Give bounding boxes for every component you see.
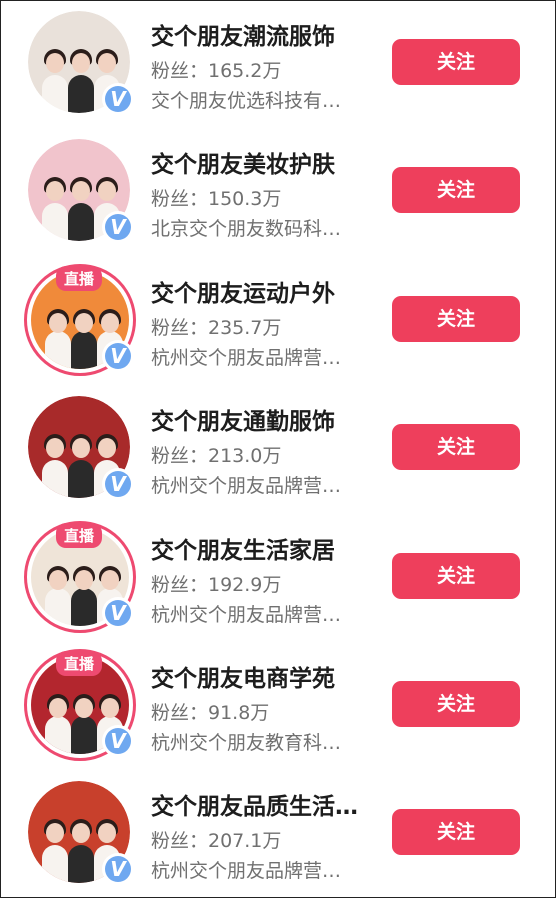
verified-icon: V xyxy=(102,725,134,757)
verified-icon: V xyxy=(102,597,134,629)
avatar-figure-head xyxy=(75,313,93,333)
avatar-figure xyxy=(68,203,94,241)
avatar[interactable]: V xyxy=(28,11,134,115)
account-name[interactable]: 交个朋友通勤服饰 xyxy=(151,402,371,436)
avatar-figure xyxy=(42,845,68,883)
avatar-figure-head xyxy=(75,570,93,590)
fan-count: 粉丝：150.3万 xyxy=(151,188,282,210)
account-name[interactable]: 交个朋友美妆护肤 xyxy=(151,145,371,179)
verified-icon: V xyxy=(102,468,134,500)
avatar-figure-head xyxy=(75,698,93,718)
avatar-figure xyxy=(68,460,94,498)
verified-icon-glyph: V xyxy=(105,343,131,369)
list-item[interactable]: 直播 V 交个朋友运动户外粉丝：235.7万杭州交个朋友品牌营… 关注 xyxy=(1,258,555,386)
avatar-figure-head xyxy=(72,823,90,843)
verified-icon-glyph: V xyxy=(105,856,131,882)
avatar-figure xyxy=(45,331,71,369)
follow-button[interactable]: 关注 xyxy=(392,39,520,85)
avatar-figure-head xyxy=(101,570,119,590)
fan-count: 粉丝：192.9万 xyxy=(151,574,282,596)
avatar-figure-head xyxy=(101,313,119,333)
list-item[interactable]: V 交个朋友通勤服饰粉丝：213.0万杭州交个朋友品牌营… 关注 xyxy=(1,386,555,514)
avatar-figure xyxy=(68,845,94,883)
fan-count: 粉丝：165.2万 xyxy=(151,60,282,82)
fan-count: 粉丝：213.0万 xyxy=(151,445,282,467)
account-name[interactable]: 交个朋友潮流服饰 xyxy=(151,17,371,51)
account-list-panel: V 交个朋友潮流服饰 粉丝：165.2万 交个朋友优选科技有… 关注 V 交个朋友美妆护肤粉… xyxy=(0,0,556,898)
company-name: 杭州交个朋友教育科… xyxy=(151,732,342,754)
verified-icon: V xyxy=(102,211,134,243)
fan-count: 粉丝：207.1万 xyxy=(151,830,282,852)
list-item[interactable]: 直播 V 交个朋友生活家居粉丝：192.9万杭州交个朋友品牌营… 关注 xyxy=(1,515,555,643)
avatar[interactable]: 直播 V xyxy=(24,264,136,376)
verified-icon-glyph: V xyxy=(105,728,131,754)
follow-button[interactable]: 关注 xyxy=(392,809,520,855)
list-item[interactable]: V 交个朋友潮流服饰粉丝：165.2万交个朋友优选科技有… 关注 xyxy=(1,1,555,129)
follow-button[interactable]: 关注 xyxy=(392,681,520,727)
account-name[interactable]: 交个朋友电商学苑 xyxy=(151,659,371,693)
verified-icon-glyph: V xyxy=(105,471,131,497)
avatar-figure xyxy=(42,203,68,241)
avatar-figure xyxy=(71,331,97,369)
verified-icon: V xyxy=(102,853,134,885)
avatar-figure-head xyxy=(46,53,64,73)
follow-button[interactable]: 关注 xyxy=(392,553,520,599)
avatar-figure-head xyxy=(98,823,116,843)
avatar-figure-head xyxy=(72,181,90,201)
avatar-figure-head xyxy=(46,823,64,843)
follow-button[interactable]: 关注 xyxy=(392,167,520,213)
avatar-figure-head xyxy=(49,313,67,333)
company-name: 杭州交个朋友品牌营… xyxy=(151,604,342,626)
live-badge: 直播 xyxy=(55,651,103,676)
account-name[interactable]: 交个朋友运动户外 xyxy=(151,274,371,308)
fan-count: 粉丝：235.7万 xyxy=(151,317,282,339)
avatar[interactable]: V xyxy=(28,396,134,500)
avatar-figure-head xyxy=(72,53,90,73)
company-name: 交个朋友优选科技有… xyxy=(151,90,342,112)
avatar-figure xyxy=(68,75,94,113)
avatar-figure-head xyxy=(49,698,67,718)
avatar-figure xyxy=(42,75,68,113)
avatar-figure-head xyxy=(101,698,119,718)
company-name: 杭州交个朋友品牌营… xyxy=(151,860,342,882)
company-name: 杭州交个朋友品牌营… xyxy=(151,347,342,369)
avatar[interactable]: V xyxy=(28,139,134,243)
list-item[interactable]: V 交个朋友美妆护肤粉丝：150.3万北京交个朋友数码科… 关注 xyxy=(1,129,555,257)
list-item[interactable]: V 交个朋友品质生活… 粉丝：207.1万杭州交个朋友品牌营… 关注 xyxy=(1,771,555,899)
account-name[interactable]: 交个朋友品质生活… xyxy=(151,787,371,821)
live-badge: 直播 xyxy=(55,266,103,291)
verified-icon: V xyxy=(102,340,134,372)
verified-icon: V xyxy=(102,83,134,115)
live-badge: 直播 xyxy=(55,523,103,548)
avatar[interactable]: 直播 V xyxy=(24,649,136,761)
avatar-figure xyxy=(71,716,97,754)
avatar-figure-head xyxy=(98,53,116,73)
avatar[interactable]: 直播 V xyxy=(24,521,136,633)
follow-button[interactable]: 关注 xyxy=(392,296,520,342)
company-name: 北京交个朋友数码科… xyxy=(151,218,342,240)
avatar-figure-head xyxy=(72,438,90,458)
avatar-figure xyxy=(45,716,71,754)
avatar-figure-head xyxy=(98,181,116,201)
avatar-figure-head xyxy=(46,438,64,458)
avatar-figure xyxy=(71,588,97,626)
avatar-figure-head xyxy=(46,181,64,201)
avatar-figure xyxy=(42,460,68,498)
avatar-figure xyxy=(45,588,71,626)
company-name: 杭州交个朋友品牌营… xyxy=(151,475,342,497)
account-name[interactable]: 交个朋友生活家居 xyxy=(151,531,371,565)
verified-icon-glyph: V xyxy=(105,214,131,240)
fan-count: 粉丝：91.8万 xyxy=(151,702,270,724)
verified-icon-glyph: V xyxy=(105,86,131,112)
follow-button[interactable]: 关注 xyxy=(392,424,520,470)
avatar[interactable]: V xyxy=(28,781,134,885)
verified-icon-glyph: V xyxy=(105,600,131,626)
avatar-figure-head xyxy=(98,438,116,458)
list-item[interactable]: 直播 V 交个朋友电商学苑粉丝：91.8万杭州交个朋友教育科… 关注 xyxy=(1,643,555,771)
avatar-figure-head xyxy=(49,570,67,590)
